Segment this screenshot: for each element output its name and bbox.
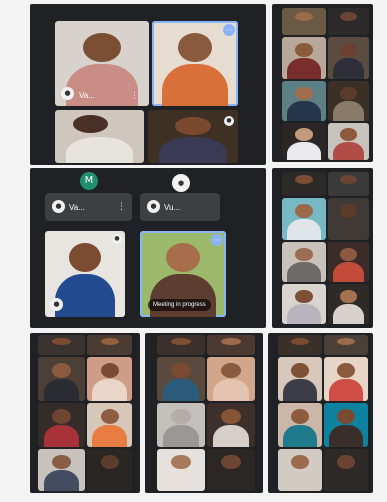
user-icon: ● (61, 87, 74, 100)
participant-tile[interactable] (282, 242, 326, 282)
participant-tile[interactable] (282, 81, 326, 121)
participant-tile[interactable] (324, 449, 368, 491)
pin-icon[interactable]: ⋯ (211, 234, 223, 246)
participant-tile[interactable] (324, 357, 368, 401)
more-options-icon[interactable]: ⋮ (117, 203, 126, 212)
avatar: M (80, 172, 98, 190)
participant-tile[interactable] (328, 8, 369, 35)
mic-off-icon: ● (224, 116, 234, 126)
presenting-label: Meeting in progress (148, 299, 211, 311)
meeting-panel-4 (272, 168, 373, 328)
participant-body (66, 63, 138, 106)
participant-name: Vu... (164, 203, 181, 212)
user-icon: ● (172, 174, 190, 192)
participant-body (158, 136, 228, 163)
participant-face (165, 243, 201, 273)
participant-tile[interactable] (207, 449, 255, 491)
meeting-panel-5 (30, 333, 140, 493)
participant-tile-active[interactable]: ⋯ Meeting in progress (140, 231, 226, 317)
participant-tile[interactable] (328, 123, 369, 160)
participant-face (175, 117, 211, 136)
participant-face (83, 32, 121, 62)
participant-card[interactable]: ● Vu... (140, 193, 220, 221)
meeting-panel-6 (145, 333, 263, 493)
participant-tile[interactable] (38, 357, 85, 401)
participant-name: Va... (79, 91, 95, 100)
participant-tile[interactable] (282, 37, 326, 79)
participant-face (69, 243, 101, 273)
participant-tile[interactable] (282, 123, 326, 160)
participant-tile[interactable]: ● Va... ⋮ (55, 21, 149, 106)
user-icon: ● (52, 200, 65, 213)
participant-tile[interactable] (328, 242, 369, 282)
mic-off-icon: ● (112, 234, 122, 244)
participant-tile[interactable] (157, 403, 205, 447)
participant-tile[interactable] (282, 198, 326, 240)
participant-tile[interactable] (278, 335, 322, 355)
participant-tile[interactable] (328, 284, 369, 324)
participant-tile-active[interactable]: ⋯ (152, 21, 238, 106)
participant-tile[interactable] (157, 449, 205, 491)
participant-body (54, 274, 116, 317)
participant-tile[interactable] (157, 335, 205, 355)
participant-tile[interactable] (328, 172, 369, 196)
meeting-panel-2 (272, 4, 373, 162)
participant-face (72, 115, 109, 134)
participant-tile[interactable] (38, 335, 85, 355)
participant-body (162, 63, 228, 106)
pin-icon[interactable]: ⋯ (223, 24, 235, 36)
participant-tile[interactable]: ● (148, 110, 238, 163)
participant-tile[interactable] (87, 335, 132, 355)
participant-tile[interactable] (278, 357, 322, 401)
participant-tile[interactable] (282, 172, 326, 196)
participant-tile[interactable] (278, 403, 322, 447)
participant-tile[interactable] (278, 449, 322, 491)
participant-tile[interactable] (282, 8, 326, 35)
participant-tile[interactable] (328, 198, 369, 240)
participant-tile[interactable] (324, 403, 368, 447)
meeting-panel-3: M ● ● Va... ⋮ ● Vu... ● ● ⋯ Meeting in p… (30, 168, 266, 328)
participant-tile[interactable] (157, 357, 205, 401)
participant-tile[interactable] (87, 357, 132, 401)
participant-tile[interactable] (324, 335, 368, 355)
participant-tile[interactable] (87, 403, 132, 447)
participant-tile[interactable] (328, 81, 369, 121)
more-options-icon[interactable]: ⋮ (130, 92, 139, 101)
participant-name: Va... (69, 203, 85, 212)
participant-tile[interactable] (207, 357, 255, 401)
meeting-panel-1: ● Va... ⋮ ⋯ ● (30, 4, 266, 165)
user-icon: ● (147, 200, 160, 213)
participant-tile[interactable] (38, 449, 85, 491)
participant-tile[interactable] (207, 335, 255, 355)
participant-tile[interactable] (207, 403, 255, 447)
participant-tile[interactable] (282, 284, 326, 324)
participant-tile[interactable]: ● ● (45, 231, 125, 317)
user-icon: ● (50, 298, 63, 311)
participant-tile[interactable] (328, 37, 369, 79)
meeting-panel-7 (268, 333, 373, 493)
participant-card[interactable]: ● Va... ⋮ (45, 193, 132, 221)
participant-tile[interactable] (38, 403, 85, 447)
participant-tile[interactable] (55, 110, 144, 163)
participant-face (177, 32, 213, 62)
participant-body (65, 136, 134, 163)
participant-tile[interactable] (87, 449, 132, 491)
